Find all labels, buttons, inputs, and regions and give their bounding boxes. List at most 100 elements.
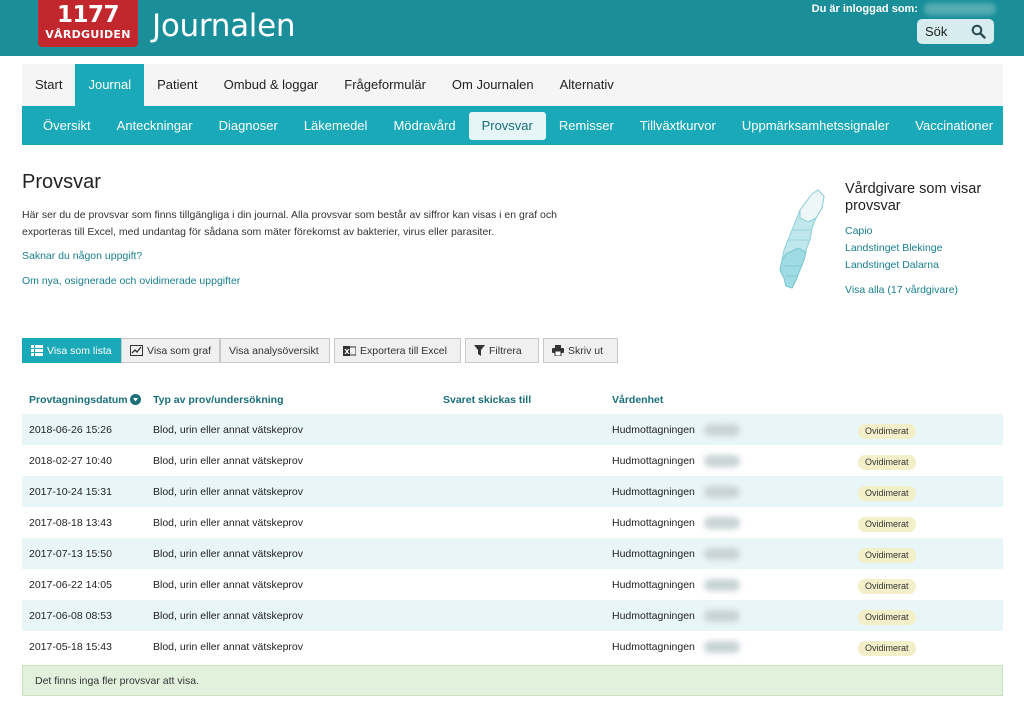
main-nav-ombud-loggar[interactable]: Ombud & loggar	[211, 64, 332, 106]
main-nav-journal[interactable]: Journal	[75, 64, 145, 106]
row-unit: Hudmottagningen	[612, 455, 695, 467]
table-row[interactable]: 2018-06-26 15:26 Blod, urin eller annat …	[22, 414, 1003, 445]
row-type: Blod, urin eller annat vätskeprov	[153, 641, 303, 653]
main-nav-alternativ[interactable]: Alternativ	[547, 64, 627, 106]
filter-button[interactable]: Filtrera	[465, 338, 539, 363]
main-nav-patient[interactable]: Patient	[144, 64, 210, 106]
provider-link[interactable]: Capio	[845, 225, 872, 237]
column-header-date[interactable]: Provtagningsdatum	[29, 394, 141, 406]
row-type: Blod, urin eller annat vätskeprov	[153, 424, 303, 436]
sub-nav-oversikt[interactable]: Översikt	[30, 112, 104, 140]
column-header-unit: Vårdenhet	[612, 394, 664, 406]
print-icon	[552, 345, 564, 356]
table-row[interactable]: 2017-05-18 15:43 Blod, urin eller annat …	[22, 631, 1003, 662]
sub-nav-tillvaxtkurvor[interactable]: Tillväxtkurvor	[627, 112, 729, 140]
redacted-unit-detail	[704, 424, 740, 436]
logo-text: VÅRDGUIDEN	[45, 28, 131, 41]
missing-info-link[interactable]: Saknar du någon uppgift?	[22, 250, 142, 262]
row-unit: Hudmottagningen	[612, 517, 695, 529]
sub-nav-provsvar[interactable]: Provsvar	[468, 111, 546, 140]
provider-link[interactable]: Landstinget Blekinge	[845, 242, 943, 254]
list-icon	[31, 345, 43, 356]
row-date: 2017-10-24 15:31	[29, 486, 112, 498]
main-nav-frageformular[interactable]: Frågeformulär	[331, 64, 439, 106]
print-label: Skriv ut	[568, 344, 604, 357]
sub-nav-anteckningar[interactable]: Anteckningar	[104, 112, 206, 140]
sub-nav-remisser[interactable]: Remisser	[546, 112, 627, 140]
row-unit: Hudmottagningen	[612, 486, 695, 498]
main-nav: Start Journal Patient Ombud & loggar Frå…	[22, 64, 1003, 106]
column-header-sent-to: Svaret skickas till	[443, 394, 532, 406]
redacted-unit-detail	[704, 641, 740, 653]
status-badge: Ovidimerat	[858, 610, 916, 625]
excel-icon: X	[343, 345, 356, 357]
table-row[interactable]: 2017-08-18 13:43 Blod, urin eller annat …	[22, 507, 1003, 538]
search-button[interactable]: Sök	[917, 19, 994, 44]
sub-nav-uppmarksamhetssignaler[interactable]: Uppmärksamhetssignaler	[729, 112, 902, 140]
row-date: 2018-06-26 15:26	[29, 424, 112, 436]
row-unit: Hudmottagningen	[612, 424, 695, 436]
export-excel-button[interactable]: X Exportera till Excel	[334, 338, 461, 363]
logged-in-label: Du är inloggad som:	[811, 3, 918, 15]
row-date: 2017-07-13 15:50	[29, 548, 112, 560]
row-date: 2018-02-27 10:40	[29, 455, 112, 467]
sub-nav-vaccinationer[interactable]: Vaccinationer	[902, 112, 1006, 140]
intro-text: Här ser du de provsvar som finns tillgän…	[22, 209, 557, 238]
status-badge: Ovidimerat	[858, 455, 916, 470]
analysis-overview-button[interactable]: Visa analysöversikt	[220, 338, 330, 363]
view-as-list-button[interactable]: Visa som lista	[22, 338, 121, 363]
about-unsigned-link[interactable]: Om nya, osignerade och ovidimerade uppgi…	[22, 275, 240, 287]
row-date: 2017-05-18 15:43	[29, 641, 112, 653]
provider-link[interactable]: Landstinget Dalarna	[845, 259, 939, 271]
status-badge: Ovidimerat	[858, 548, 916, 563]
row-date: 2017-08-18 13:43	[29, 517, 112, 529]
column-header-date-label: Provtagningsdatum	[29, 394, 128, 406]
sweden-map-icon	[778, 188, 826, 290]
export-excel-label: Exportera till Excel	[360, 344, 447, 357]
view-as-graph-label: Visa som graf	[147, 344, 211, 357]
status-badge: Ovidimerat	[858, 424, 916, 439]
redacted-unit-detail	[704, 548, 740, 560]
print-button[interactable]: Skriv ut	[543, 338, 618, 363]
table-row[interactable]: 2017-06-08 08:53 Blod, urin eller annat …	[22, 600, 1003, 631]
table-row[interactable]: 2017-06-22 14:05 Blod, urin eller annat …	[22, 569, 1003, 600]
page-title: Provsvar	[22, 171, 101, 193]
sub-nav-diagnoser[interactable]: Diagnoser	[206, 112, 291, 140]
logo-number: 1177	[56, 2, 120, 28]
row-type: Blod, urin eller annat vätskeprov	[153, 548, 303, 560]
main-nav-om-journalen[interactable]: Om Journalen	[439, 64, 547, 106]
row-unit: Hudmottagningen	[612, 548, 695, 560]
table-header: Provtagningsdatum Typ av prov/undersökni…	[22, 386, 1003, 414]
row-type: Blod, urin eller annat vätskeprov	[153, 455, 303, 467]
table-row[interactable]: 2017-07-13 15:50 Blod, urin eller annat …	[22, 538, 1003, 569]
view-as-graph-button[interactable]: Visa som graf	[121, 338, 220, 363]
providers-title: Vårdgivare som visar provsvar	[845, 181, 982, 214]
table-row[interactable]: 2018-02-27 10:40 Blod, urin eller annat …	[22, 445, 1003, 476]
status-badge: Ovidimerat	[858, 486, 916, 501]
status-badge: Ovidimerat	[858, 517, 916, 532]
sort-down-icon	[129, 394, 141, 405]
svg-text:X: X	[344, 348, 350, 356]
redacted-unit-detail	[704, 579, 740, 591]
vardguiden-logo[interactable]: 1177 VÅRDGUIDEN	[38, 0, 138, 47]
no-more-results-message: Det finns inga fler provsvar att visa.	[22, 665, 1003, 696]
redacted-unit-detail	[704, 610, 740, 622]
row-type: Blod, urin eller annat vätskeprov	[153, 517, 303, 529]
main-nav-start[interactable]: Start	[22, 64, 75, 106]
redacted-unit-detail	[704, 486, 740, 498]
sub-nav-lakemedel[interactable]: Läkemedel	[291, 112, 381, 140]
redacted-unit-detail	[704, 517, 740, 529]
table-row[interactable]: 2017-10-24 15:31 Blod, urin eller annat …	[22, 476, 1003, 507]
logged-in-user-redacted	[924, 3, 996, 15]
sub-nav: Översikt Anteckningar Diagnoser Läkemede…	[22, 106, 1003, 145]
view-as-list-label: Visa som lista	[47, 344, 112, 357]
row-unit: Hudmottagningen	[612, 641, 695, 653]
graph-icon	[130, 345, 143, 356]
sub-nav-modravard[interactable]: Mödravård	[380, 112, 468, 140]
search-icon	[971, 24, 986, 39]
row-type: Blod, urin eller annat vätskeprov	[153, 486, 303, 498]
search-label: Sök	[925, 24, 948, 39]
filter-icon	[474, 345, 485, 356]
status-badge: Ovidimerat	[858, 641, 916, 656]
show-all-providers-link[interactable]: Visa alla (17 vårdgivare)	[845, 284, 958, 296]
